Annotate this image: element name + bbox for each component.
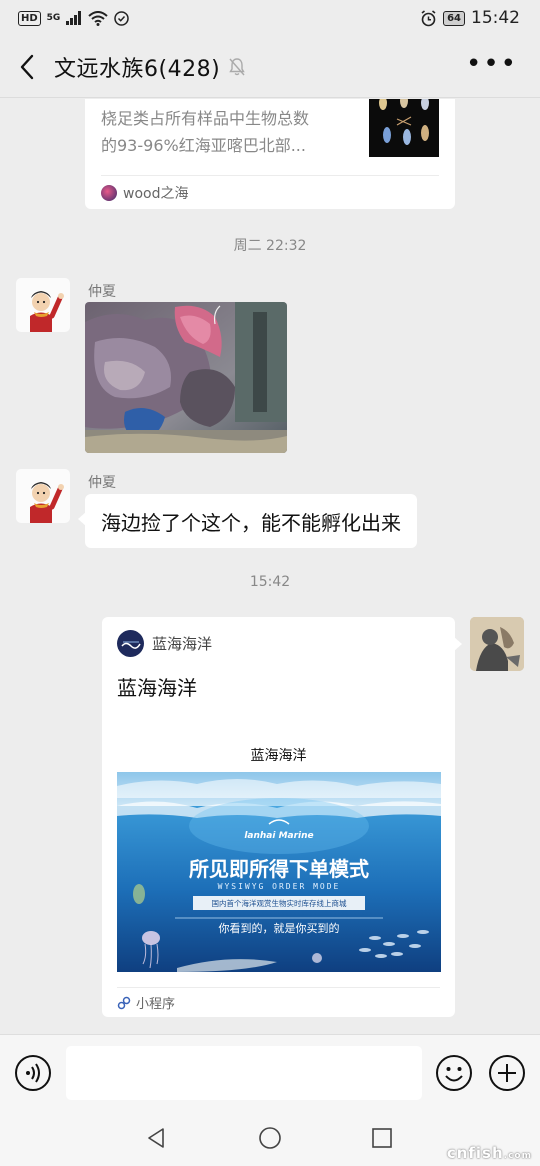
plus-icon[interactable] [488,1054,526,1092]
article-source: wood之海 [101,175,439,209]
avatar[interactable] [16,278,70,332]
sender-name: 仲夏 [88,475,116,491]
mini-program-icon [117,996,131,1009]
system-back-icon[interactable] [144,1126,168,1150]
photo-message[interactable] [85,302,287,453]
status-bar: HD 5G 64 15:42 [0,0,540,36]
mini-program-logo [117,630,144,657]
watermark-text: cnfish [446,1144,504,1162]
more-options-icon[interactable]: ••• [466,51,518,77]
battery-icon: 64 [443,10,465,26]
system-home-icon[interactable] [258,1126,282,1150]
chat-title: 文远水族6(428) [54,56,221,82]
article-desc-line: 桡足类占所有样品中生物总数 [101,109,310,128]
mini-program-card[interactable]: 蓝海海洋 蓝海海洋 蓝海海洋 lanhai Marine 所见即所得下单模式 W… [102,617,462,1017]
mini-program-footer: 小程序 [117,987,440,1017]
article-description: 桡足类占所有样品中生物总数 的93-96%红海亚喀巴北部... [101,99,351,159]
text-message-bubble[interactable]: 海边捡了个这个，能不能孵化出来 [78,494,417,548]
message-list[interactable]: 桡足类占所有样品中生物总数 的93-96%红海亚喀巴北部... wood之海 周… [0,99,540,1034]
article-desc-line: 的93-96%红海亚喀巴北部... [101,136,306,155]
avatar[interactable] [16,469,70,523]
system-nav-bar: cnfish.com [0,1110,540,1166]
message-text: 海边捡了个这个，能不能孵化出来 [101,510,401,535]
banner-subtitle: 国内首个海洋观赏生物实时库存线上商城 [212,898,347,908]
hd-badge: HD [18,10,41,26]
voice-input-icon[interactable] [14,1054,52,1092]
message-input[interactable] [66,1046,422,1100]
banner-english: WYSIWYG ORDER MODE [218,882,341,891]
signal-icon [66,11,82,25]
status-right: 64 15:42 [420,8,520,28]
mini-program-name: 蓝海海洋 [152,635,213,653]
wifi-icon [88,10,108,26]
banner-slogan: 你看到的，就是你买到的 [219,921,340,935]
clock-time: 15:42 [471,8,520,28]
timestamp: 15:42 [249,574,291,590]
mini-program-banner: lanhai Marine 所见即所得下单模式 WYSIWYG ORDER MO… [117,772,441,972]
mini-program-title: 蓝海海洋 [117,676,197,700]
alarm-icon [421,9,436,26]
back-arrow-icon[interactable] [12,52,42,82]
mini-program-image-caption: 蓝海海洋 [250,748,307,764]
mini-program-label: 小程序 [136,997,176,1012]
network-type: 5G [46,13,61,23]
emoji-icon[interactable] [435,1054,473,1092]
source-avatar [101,184,117,201]
mute-bell-icon [228,56,250,78]
my-avatar[interactable] [470,617,524,671]
check-circle-icon [114,10,130,26]
banner-brand: lanhai Marine [244,831,313,841]
source-name: wood之海 [123,185,189,202]
banner-headline: 所见即所得下单模式 [189,857,369,881]
input-bar [0,1034,540,1110]
watermark-suffix: .com [503,1151,532,1161]
shared-article-card[interactable]: 桡足类占所有样品中生物总数 的93-96%红海亚喀巴北部... wood之海 [85,99,455,209]
mini-program-header: 蓝海海洋 [117,630,212,657]
timestamp: 周二 22:32 [233,238,307,254]
watermark: cnfish.com [447,1144,532,1162]
sender-name: 仲夏 [88,284,116,300]
chat-header: 文远水族6(428) ••• [0,36,540,98]
system-recent-apps-icon[interactable] [371,1127,393,1149]
status-left: HD 5G [18,10,130,26]
article-thumbnail [369,99,439,157]
